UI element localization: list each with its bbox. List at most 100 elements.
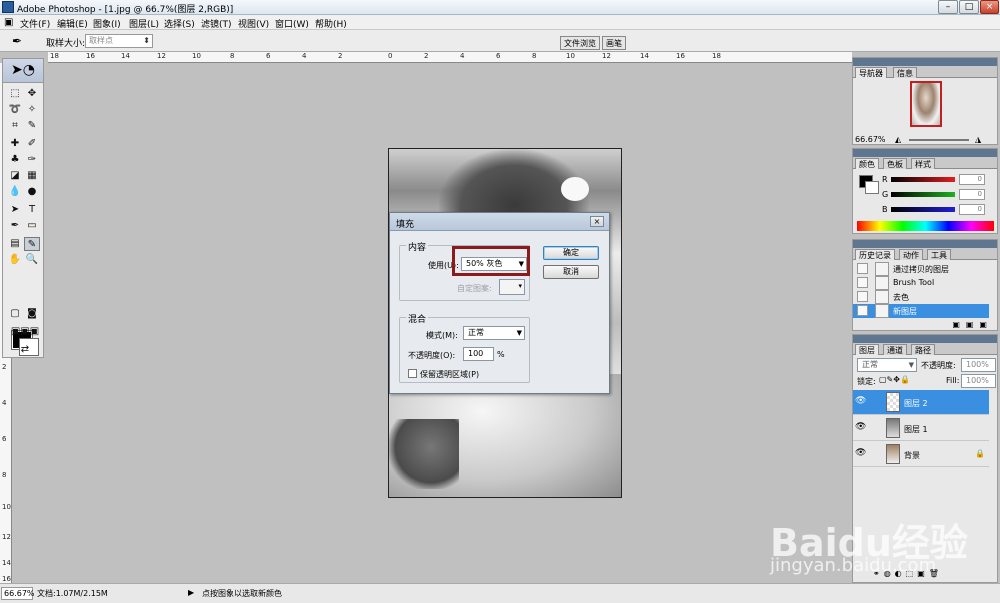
layer-opacity-input[interactable]: 100%: [961, 358, 996, 372]
marquee-tool-icon[interactable]: ⬚: [7, 87, 23, 101]
brush-tool-icon[interactable]: ✐: [24, 137, 40, 151]
color-spectrum-bar[interactable]: [857, 221, 994, 231]
tab-swatches[interactable]: 色板: [883, 158, 907, 169]
history-checkbox[interactable]: [857, 277, 868, 288]
tab-actions[interactable]: 动作: [899, 249, 923, 260]
history-item[interactable]: 通过拷贝的图层: [853, 262, 989, 276]
eye-icon[interactable]: 👁: [855, 422, 867, 434]
tab-info[interactable]: 信息: [893, 67, 917, 78]
menu-file[interactable]: 文件(F): [20, 17, 50, 30]
fill-input[interactable]: 100%: [961, 374, 996, 388]
slice-tool-icon[interactable]: ✎: [24, 119, 40, 133]
mode-select[interactable]: 正常 ▼: [463, 326, 525, 340]
preserve-transparency-checkbox[interactable]: [408, 369, 417, 378]
standard-mode-icon[interactable]: ▢: [7, 307, 23, 321]
notes-tool-icon[interactable]: ▤: [7, 237, 23, 251]
ruler-tick: 8: [230, 52, 235, 60]
menu-layer[interactable]: 图层(L): [129, 17, 159, 30]
status-menu-arrow[interactable]: ▶: [188, 588, 194, 597]
zoom-in-icon[interactable]: ◮: [975, 135, 981, 144]
menu-edit[interactable]: 编辑(E): [57, 17, 88, 30]
channel-b-slider[interactable]: [891, 207, 955, 212]
ok-button[interactable]: 确定: [543, 246, 599, 260]
channel-g-slider[interactable]: [891, 192, 955, 197]
tab-history[interactable]: 历史记录: [855, 249, 895, 260]
history-footer-icons[interactable]: ▣▣▣: [933, 320, 993, 330]
well-tab-brushes[interactable]: 画笔: [602, 36, 626, 50]
tab-paths[interactable]: 路径: [911, 344, 935, 355]
channel-b-value[interactable]: 0: [959, 204, 985, 215]
eyedropper-tool-icon[interactable]: ✎: [24, 237, 40, 251]
move-tool-icon[interactable]: ✥: [24, 87, 40, 101]
menu-view[interactable]: 视图(V): [238, 17, 269, 30]
history-item-selected[interactable]: 新图层: [853, 304, 989, 318]
eraser-tool-icon[interactable]: ◪: [7, 169, 23, 183]
history-checkbox[interactable]: [857, 305, 868, 316]
gradient-tool-icon[interactable]: ▦: [24, 169, 40, 183]
hand-tool-icon[interactable]: ✋: [7, 253, 23, 267]
menu-window[interactable]: 窗口(W): [275, 17, 309, 30]
lock-icons[interactable]: ▢✎✥🔒: [879, 375, 910, 384]
type-tool-icon[interactable]: T: [24, 203, 40, 217]
shape-tool-icon[interactable]: ▭: [24, 219, 40, 233]
fill-dialog: 填充 × 内容 使用(U): 50% 灰色 ▼ 自定图案: ▾ 混合 模式(M):…: [389, 212, 610, 394]
pen-tool-icon[interactable]: ✒: [7, 219, 23, 233]
jump-to-imageready-icon[interactable]: ⇄: [7, 343, 43, 357]
quick-mask-mode-icon[interactable]: ◙: [24, 307, 40, 321]
history-brush-tool-icon[interactable]: ✑: [24, 153, 40, 167]
tab-color[interactable]: 颜色: [855, 158, 879, 169]
path-selection-tool-icon[interactable]: ➤: [7, 203, 23, 217]
cancel-button[interactable]: 取消: [543, 265, 599, 279]
zoom-slider[interactable]: [909, 139, 969, 141]
photoshop-app-icon[interactable]: [2, 1, 14, 13]
eyedropper-tool-icon[interactable]: ✒: [12, 34, 22, 48]
menu-select[interactable]: 选择(S): [164, 17, 195, 30]
layer-row-selected[interactable]: 👁 图层 2: [853, 390, 989, 415]
blend-mode-select[interactable]: 正常 ▼: [857, 358, 917, 372]
screen-mode-icons[interactable]: ▣▣▣: [7, 325, 43, 339]
maximize-button[interactable]: □: [959, 0, 979, 14]
blur-tool-icon[interactable]: 💧: [7, 185, 23, 199]
close-button[interactable]: ×: [980, 0, 999, 14]
tab-navigator[interactable]: 导航器: [855, 67, 887, 78]
lasso-tool-icon[interactable]: ➰: [7, 103, 23, 117]
history-item[interactable]: 去色: [853, 290, 989, 304]
navigator-thumbnail[interactable]: [910, 81, 942, 127]
menu-help[interactable]: 帮助(H): [315, 17, 347, 30]
chevron-down-icon: ▾: [518, 282, 522, 290]
channel-r-slider[interactable]: [891, 177, 955, 182]
eye-icon[interactable]: 👁: [855, 448, 867, 460]
channel-g-value[interactable]: 0: [959, 189, 985, 200]
layer-row[interactable]: 👁 图层 1: [853, 416, 989, 441]
dialog-close-icon[interactable]: ×: [590, 216, 604, 227]
document-menu-icon[interactable]: ▣: [4, 17, 13, 28]
tab-styles[interactable]: 样式: [911, 158, 935, 169]
navigator-zoom[interactable]: 66.67%: [855, 135, 886, 144]
opacity-input[interactable]: 100: [463, 347, 494, 361]
menu-image[interactable]: 图象(I): [93, 17, 121, 30]
dodge-tool-icon[interactable]: ●: [24, 185, 40, 199]
history-checkbox[interactable]: [857, 291, 868, 302]
toolbox-header-logo[interactable]: ➤◔: [3, 59, 43, 83]
sample-size-select[interactable]: 取样点 ⬍: [85, 34, 153, 48]
channel-r-value[interactable]: 0: [959, 174, 985, 185]
tab-layers[interactable]: 图层: [855, 344, 879, 355]
layer-row[interactable]: 👁 背景 🔒: [853, 442, 989, 467]
zoom-tool-icon[interactable]: 🔍: [24, 253, 40, 267]
status-doc-size[interactable]: 文档:1.07M/2.15M: [37, 588, 108, 599]
clone-stamp-tool-icon[interactable]: ♣: [7, 153, 23, 167]
eye-icon[interactable]: 👁: [855, 396, 867, 408]
zoom-out-icon[interactable]: ◭: [895, 135, 901, 144]
status-zoom-input[interactable]: 66.67%: [1, 587, 35, 600]
history-item[interactable]: Brush Tool: [853, 276, 989, 290]
healing-brush-tool-icon[interactable]: ✚: [7, 137, 23, 151]
color-bg-swatch[interactable]: [865, 181, 879, 194]
menu-filter[interactable]: 滤镜(T): [201, 17, 232, 30]
history-checkbox[interactable]: [857, 263, 868, 274]
crop-tool-icon[interactable]: ⌗: [7, 119, 23, 133]
magic-wand-tool-icon[interactable]: ✧: [24, 103, 40, 117]
tab-tool-presets[interactable]: 工具: [927, 249, 951, 260]
tab-channels[interactable]: 通道: [883, 344, 907, 355]
well-tab-file-browser[interactable]: 文件浏览: [560, 36, 600, 50]
minimize-button[interactable]: –: [938, 0, 958, 14]
